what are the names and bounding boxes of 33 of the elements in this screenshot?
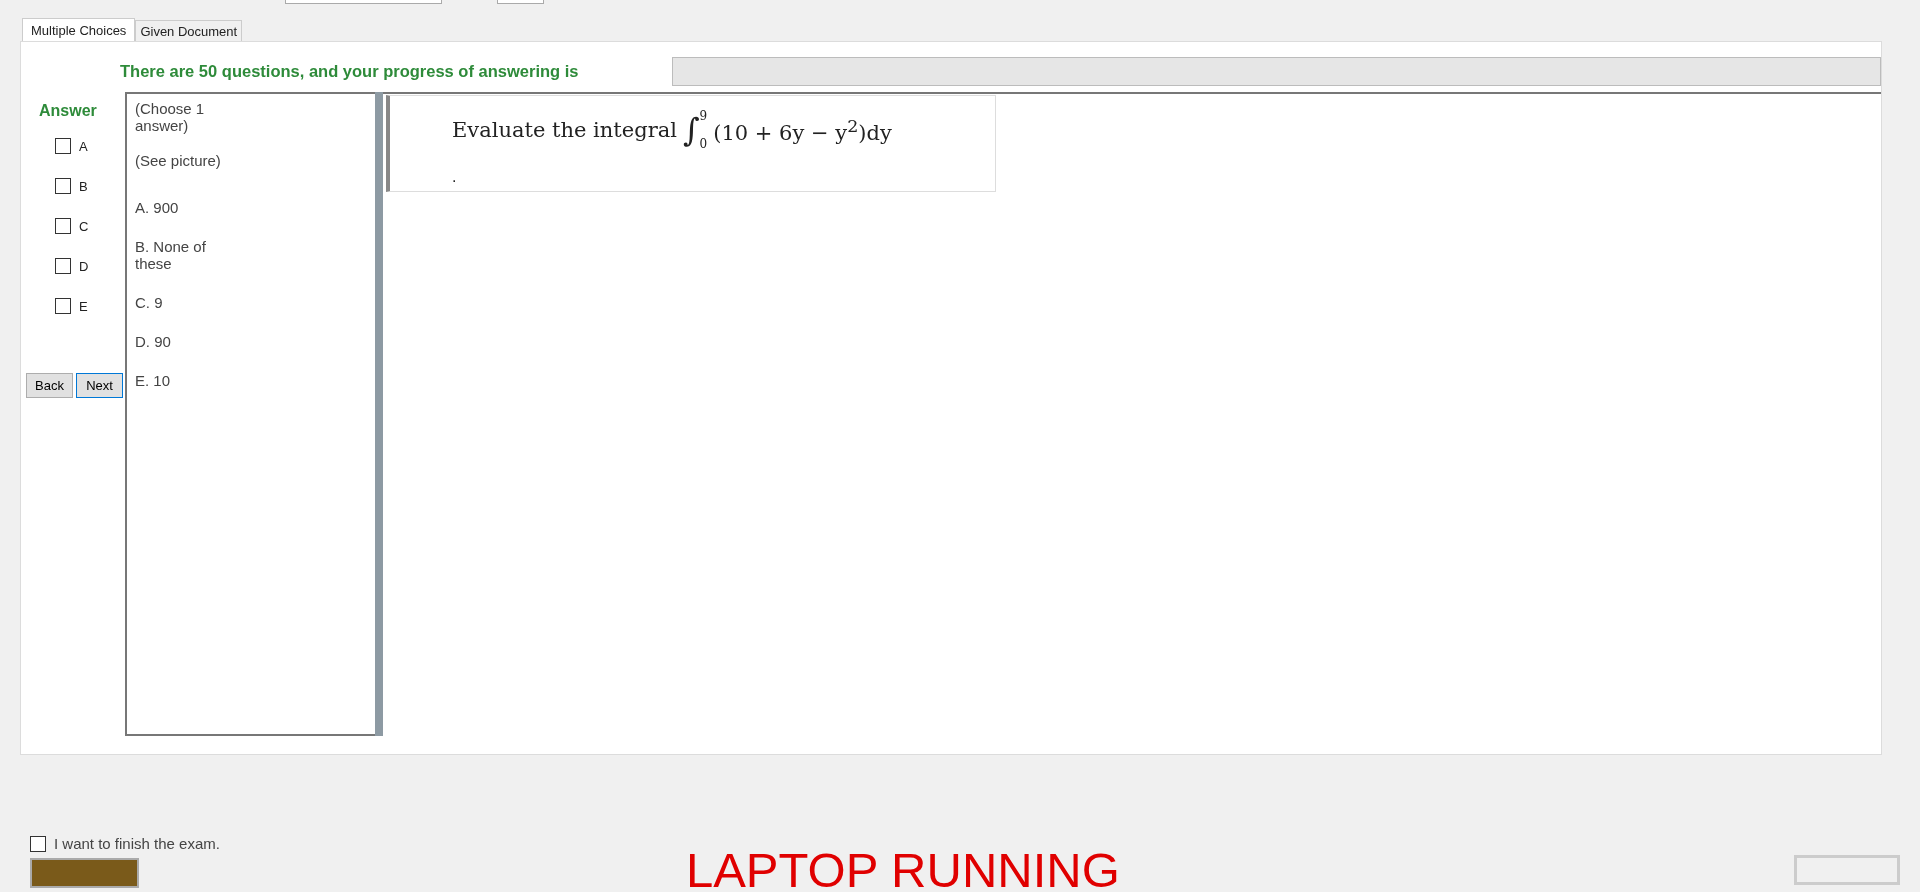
answer-label: Answer xyxy=(39,102,98,120)
option-label: C xyxy=(79,218,89,234)
tab[interactable]: Given Document xyxy=(135,20,243,41)
status-text: LAPTOP RUNNING xyxy=(685,842,1120,892)
checkbox[interactable] xyxy=(55,258,71,274)
checkbox[interactable] xyxy=(55,178,71,194)
answer-choice: E. 10 xyxy=(135,372,172,389)
progress-label: There are 50 questions, and your progress of answering is xyxy=(120,61,580,81)
option-label: B xyxy=(79,178,88,194)
option-label: E xyxy=(79,298,88,314)
option-label: A xyxy=(79,138,88,154)
option-label: D xyxy=(79,258,89,274)
integrand: (10 + 6y − y$^{2}$)dy xyxy=(713,115,892,145)
answer-choice: D. 90 xyxy=(135,333,172,350)
finish-label: I want to finish the exam. xyxy=(54,835,220,852)
lower-limit: 0 xyxy=(699,138,708,150)
upper-limit: 9 xyxy=(699,110,708,122)
integral-sign: ∫ xyxy=(682,111,700,150)
answer-choice: A. 900 xyxy=(135,199,180,216)
question-line: (Choose 1 answer) xyxy=(135,100,206,134)
checkbox[interactable] xyxy=(55,298,71,314)
checkbox[interactable] xyxy=(30,835,46,852)
period-mark: . xyxy=(452,168,457,186)
nav-button[interactable]: Next xyxy=(76,373,123,398)
answer-choice: B. None of these xyxy=(135,238,207,272)
nav-button[interactable]: Back xyxy=(26,373,73,398)
tab[interactable]: Multiple Choices xyxy=(22,18,136,41)
answer-choice: C. 9 xyxy=(135,294,164,311)
finish-button[interactable] xyxy=(30,858,139,888)
question-line: (See picture) xyxy=(135,152,222,169)
checkbox[interactable] xyxy=(55,218,71,234)
checkbox[interactable] xyxy=(55,138,71,154)
question-prompt: Evaluate the integral xyxy=(452,118,677,142)
